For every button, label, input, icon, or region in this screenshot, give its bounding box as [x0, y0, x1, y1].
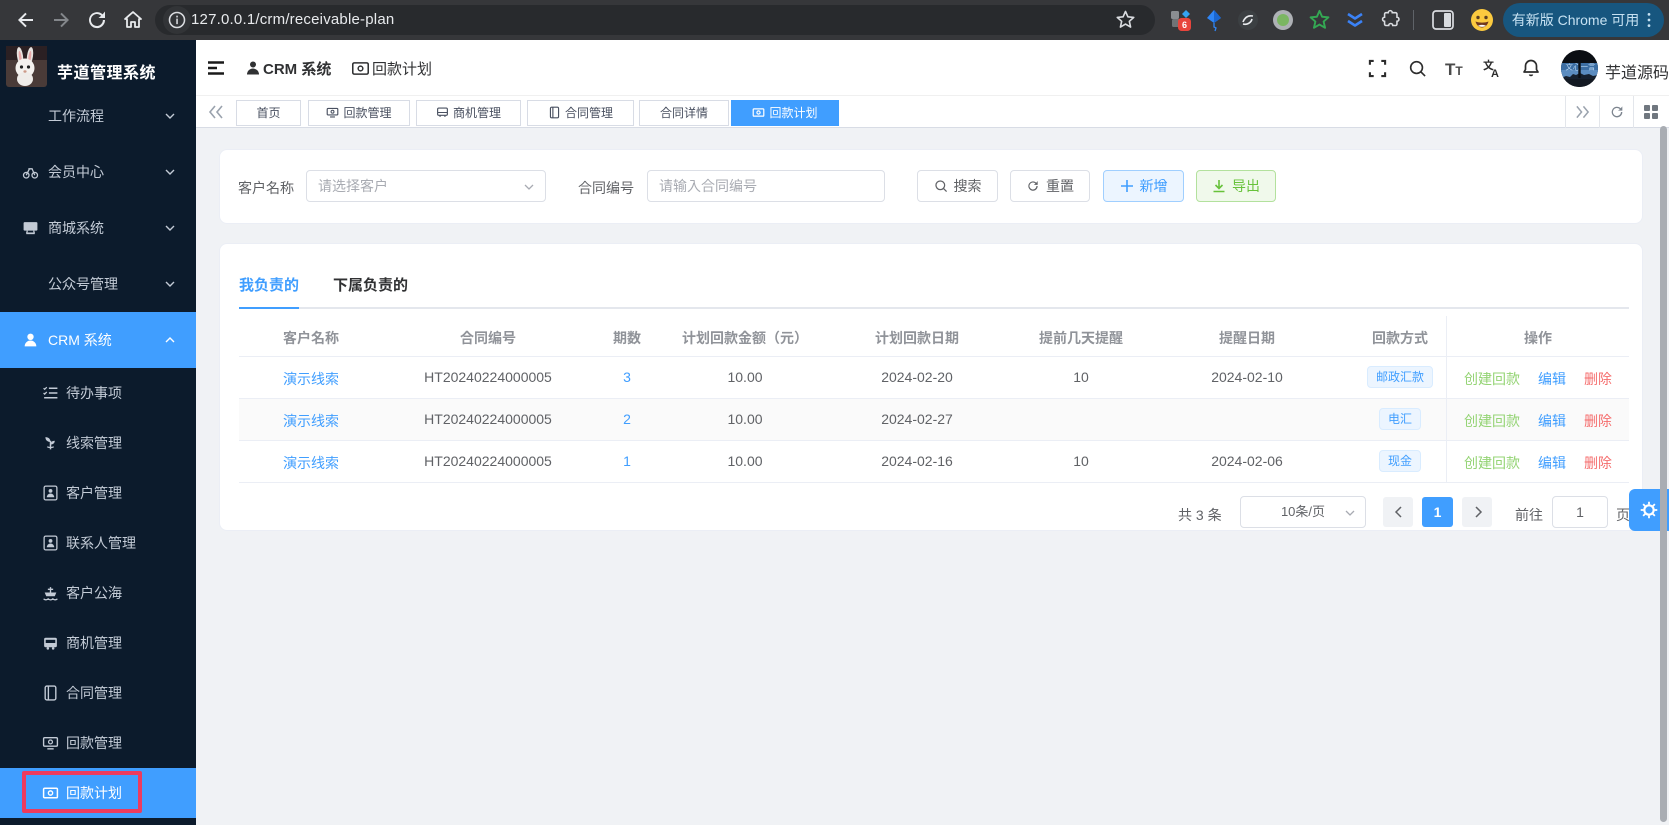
svg-text:6: 6: [1182, 20, 1187, 30]
svg-text:A: A: [1491, 68, 1499, 79]
svg-text:文心一言: 文心一言: [1566, 62, 1596, 73]
